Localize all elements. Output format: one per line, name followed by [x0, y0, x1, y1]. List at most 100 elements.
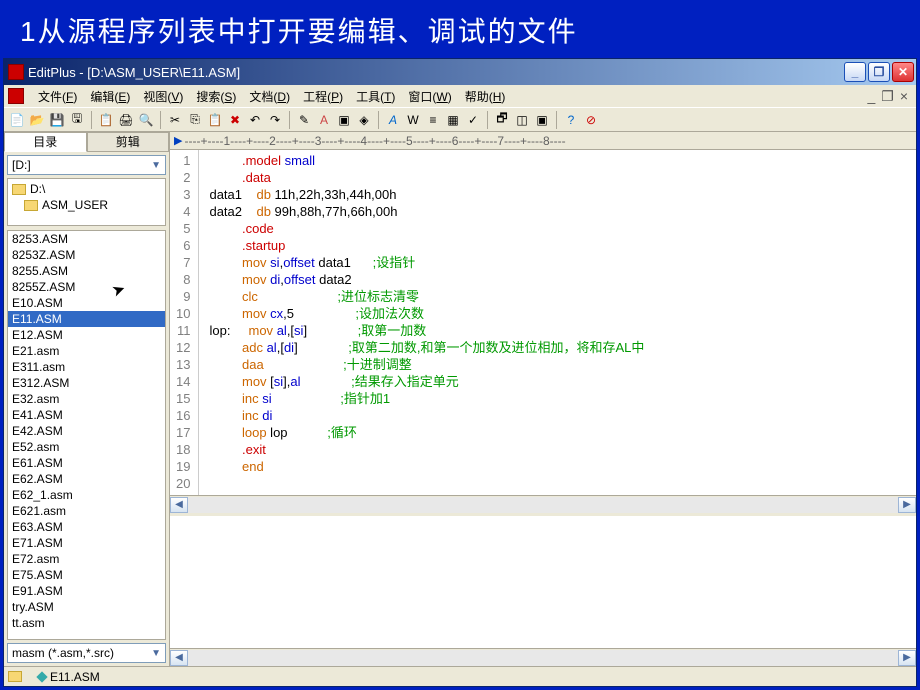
file-item[interactable]: E11.ASM — [8, 311, 165, 327]
mdi-close-button[interactable]: × — [900, 88, 908, 105]
file-item[interactable]: E63.ASM — [8, 519, 165, 535]
code-content[interactable]: .model small .datadata1 db 11h,22h,33h,4… — [199, 150, 916, 495]
undo-icon[interactable]: ↶ — [246, 111, 264, 129]
filter-label: masm (*.asm,*.src) — [12, 646, 114, 660]
file-item[interactable]: 8253.ASM — [8, 231, 165, 247]
file-item[interactable]: E21.asm — [8, 343, 165, 359]
file-item[interactable]: E75.ASM — [8, 567, 165, 583]
folder-icon — [12, 184, 26, 195]
mdi-minimize-button[interactable]: _ — [867, 88, 875, 105]
print-icon[interactable]: 🖨 — [117, 111, 135, 129]
save-all-icon[interactable]: 🖫 — [68, 111, 86, 129]
output-hscroll[interactable]: ◀ ▶ — [170, 648, 916, 666]
status-file-tab[interactable]: E11.ASM — [30, 670, 108, 684]
spell-icon[interactable]: ✓ — [464, 111, 482, 129]
tab-cliptext[interactable]: 剪辑 — [87, 132, 170, 152]
menu-e[interactable]: 编辑(E) — [85, 86, 135, 107]
file-item[interactable]: E72.asm — [8, 551, 165, 567]
menu-f[interactable]: 文件(F) — [33, 86, 82, 107]
editor-hscroll[interactable]: ◀ ▶ — [170, 495, 916, 513]
file-item[interactable]: 8253Z.ASM — [8, 247, 165, 263]
wordwrap-icon[interactable]: W — [404, 111, 422, 129]
chevron-down-icon: ▼ — [151, 160, 161, 171]
file-item[interactable]: E311.asm — [8, 359, 165, 375]
file-item[interactable]: E621.asm — [8, 503, 165, 519]
italic-icon[interactable]: A — [384, 111, 402, 129]
cut-icon[interactable]: ✂ — [166, 111, 184, 129]
new-file-icon[interactable]: 📄 — [8, 111, 26, 129]
mdi-restore-button[interactable]: ❐ — [881, 88, 894, 105]
browser-icon[interactable]: 🗗 — [493, 111, 511, 129]
maximize-button[interactable]: ❐ — [868, 62, 890, 82]
close-button[interactable]: ✕ — [892, 62, 914, 82]
scroll-track[interactable] — [188, 497, 898, 513]
menu-v[interactable]: 视图(V) — [138, 86, 188, 107]
file-item[interactable]: E91.ASM — [8, 583, 165, 599]
menu-d[interactable]: 文档(D) — [244, 86, 295, 107]
chevron-down-icon: ▼ — [151, 648, 161, 659]
code-editor[interactable]: 1234567891011121314151617181920 .model s… — [170, 150, 916, 495]
file-item[interactable]: E312.ASM — [8, 375, 165, 391]
drive-label: [D:] — [12, 158, 31, 172]
scroll-left-button[interactable]: ◀ — [170, 497, 188, 513]
copy-icon[interactable]: 📋 — [97, 111, 115, 129]
file-list[interactable]: 8253.ASM8253Z.ASM8255.ASM8255Z.ASME10.AS… — [7, 230, 166, 640]
directory-tree[interactable]: D:\ ASM_USER — [7, 178, 166, 226]
menubar: 文件(F)编辑(E)视图(V)搜索(S)文档(D)工程(P)工具(T)窗口(W)… — [4, 85, 916, 107]
preview-icon[interactable]: 🔍 — [137, 111, 155, 129]
app-window: EditPlus - [D:\ASM_USER\E11.ASM] _ ❐ ✕ 文… — [3, 58, 917, 687]
scroll-right-button[interactable]: ▶ — [898, 497, 916, 513]
goto-icon[interactable]: ▣ — [335, 111, 353, 129]
file-item[interactable]: E62_1.asm — [8, 487, 165, 503]
bookmark-icon[interactable]: ◈ — [355, 111, 373, 129]
file-item[interactable]: try.ASM — [8, 599, 165, 615]
doc-icon — [8, 88, 24, 104]
file-item[interactable]: 8255Z.ASM — [8, 279, 165, 295]
file-item[interactable]: E62.ASM — [8, 471, 165, 487]
output-pane[interactable] — [170, 513, 916, 648]
file-item[interactable]: E42.ASM — [8, 423, 165, 439]
filter-selector[interactable]: masm (*.asm,*.src) ▼ — [7, 643, 166, 663]
file-item[interactable]: E61.ASM — [8, 455, 165, 471]
file-item[interactable]: E41.ASM — [8, 407, 165, 423]
replace-icon[interactable]: A — [315, 111, 333, 129]
drive-selector[interactable]: [D:] ▼ — [7, 155, 166, 175]
save-icon[interactable]: 💾 — [48, 111, 66, 129]
find-icon[interactable]: ✎ — [295, 111, 313, 129]
file-item[interactable]: E52.asm — [8, 439, 165, 455]
dir-folder[interactable]: ASM_USER — [10, 197, 163, 213]
stop-icon[interactable]: ⊘ — [582, 111, 600, 129]
file-item[interactable]: E10.ASM — [8, 295, 165, 311]
menu-s[interactable]: 搜索(S) — [191, 86, 241, 107]
menu-p[interactable]: 工程(P) — [298, 86, 348, 107]
copy2-icon[interactable]: ⎘ — [186, 111, 204, 129]
file-item[interactable]: E71.ASM — [8, 535, 165, 551]
help-icon[interactable]: ? — [562, 111, 580, 129]
scroll-right-button[interactable]: ▶ — [898, 650, 916, 666]
redo-icon[interactable]: ↷ — [266, 111, 284, 129]
dir-root[interactable]: D:\ — [10, 181, 163, 197]
menu-t[interactable]: 工具(T) — [351, 86, 400, 107]
paste-icon[interactable]: 📋 — [206, 111, 224, 129]
menu-w[interactable]: 窗口(W) — [403, 86, 456, 107]
folder-icon — [24, 200, 38, 211]
file-item[interactable]: E12.ASM — [8, 327, 165, 343]
delete-icon[interactable]: ✖ — [226, 111, 244, 129]
tab-directory[interactable]: 目录 — [4, 132, 87, 152]
titlebar-text: EditPlus - [D:\ASM_USER\E11.ASM] — [28, 65, 844, 80]
indent-icon[interactable]: ≡ — [424, 111, 442, 129]
file-item[interactable]: 8255.ASM — [8, 263, 165, 279]
line-gutter: 1234567891011121314151617181920 — [170, 150, 199, 495]
scroll-left-button[interactable]: ◀ — [170, 650, 188, 666]
file-item[interactable]: E32.asm — [8, 391, 165, 407]
window-icon[interactable]: ◫ — [513, 111, 531, 129]
open-file-icon[interactable]: 📂 — [28, 111, 46, 129]
statusbar: E11.ASM — [4, 666, 916, 686]
fullscreen-icon[interactable]: ▣ — [533, 111, 551, 129]
column-icon[interactable]: ▦ — [444, 111, 462, 129]
scroll-track[interactable] — [188, 650, 898, 666]
file-item[interactable]: tt.asm — [8, 615, 165, 631]
minimize-button[interactable]: _ — [844, 62, 866, 82]
menu-h[interactable]: 帮助(H) — [460, 86, 511, 107]
titlebar[interactable]: EditPlus - [D:\ASM_USER\E11.ASM] _ ❐ ✕ — [4, 59, 916, 85]
